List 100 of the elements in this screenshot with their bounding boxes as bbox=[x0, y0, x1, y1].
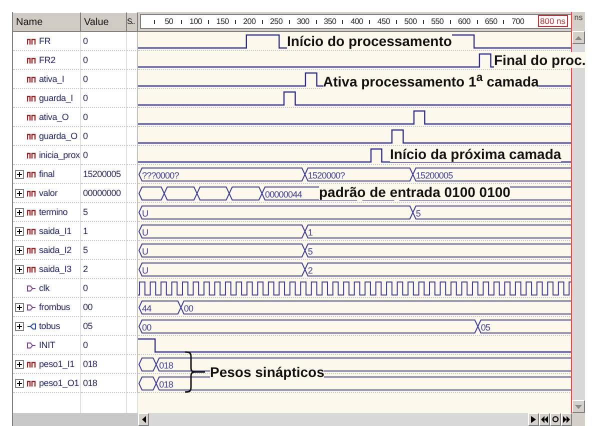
signal-name[interactable]: final bbox=[39, 169, 55, 179]
signal-value: 15200005 bbox=[83, 169, 121, 179]
time-unit: ns bbox=[572, 12, 585, 31]
signal-icon bbox=[27, 76, 36, 82]
signal-icon bbox=[27, 152, 36, 158]
ruler-label: 400 bbox=[350, 17, 364, 26]
zoom-button[interactable] bbox=[550, 413, 561, 426]
signal-name[interactable]: termino bbox=[39, 207, 68, 217]
signal-name[interactable]: ativa_I bbox=[39, 74, 64, 84]
signal-icon bbox=[27, 190, 36, 196]
signal-value: 0 bbox=[83, 112, 88, 122]
ruler-label: 100 bbox=[188, 17, 203, 26]
signal-value: 018 bbox=[83, 378, 98, 388]
signal-icon bbox=[27, 170, 36, 178]
annotation: Início do processamento bbox=[287, 33, 452, 49]
expand-icon[interactable] bbox=[15, 322, 24, 330]
ruler-label: 300 bbox=[296, 17, 310, 26]
signal-value: 05 bbox=[83, 321, 92, 331]
rewind-button[interactable] bbox=[539, 413, 550, 426]
ruler-label: 600 bbox=[456, 17, 472, 26]
expand-icon[interactable] bbox=[15, 246, 24, 254]
curly-brace-icon bbox=[184, 351, 206, 393]
play-button[interactable] bbox=[528, 413, 539, 426]
signal-name[interactable]: saida_I3 bbox=[39, 264, 72, 274]
signal-value: 00 bbox=[83, 302, 92, 312]
signal-icon bbox=[27, 360, 36, 368]
input-port-icon bbox=[27, 284, 36, 292]
signal-name[interactable]: ativa_O bbox=[39, 112, 69, 122]
ruler-label: 50 bbox=[164, 17, 174, 26]
annotation: Final do proc. bbox=[494, 52, 586, 68]
signal-value: 0 bbox=[83, 131, 88, 141]
column-header[interactable]: S.. bbox=[127, 12, 138, 31]
signal-icon bbox=[27, 246, 36, 254]
cursor-time: 800 ns bbox=[538, 15, 568, 27]
scroll-down-button[interactable] bbox=[572, 400, 585, 413]
down-arrow-icon bbox=[575, 404, 582, 408]
bus-value: U bbox=[142, 228, 148, 238]
signal-value: 1 bbox=[83, 226, 88, 236]
fast-forward-button[interactable] bbox=[561, 413, 572, 426]
signal-name[interactable]: saida_I2 bbox=[39, 245, 72, 255]
expand-icon[interactable] bbox=[15, 264, 24, 274]
signal-name[interactable]: clk bbox=[39, 283, 50, 293]
bus-value: 018 bbox=[159, 360, 173, 370]
signal-name[interactable]: FR2 bbox=[39, 55, 56, 65]
bus-value: U bbox=[142, 246, 148, 256]
bus-value: ???0000? bbox=[142, 170, 179, 180]
ruler-label: 650 bbox=[484, 17, 498, 26]
bus-value: 44 bbox=[142, 304, 152, 314]
ruler-label: 450 bbox=[376, 17, 391, 26]
bus-value: 1520000? bbox=[308, 170, 345, 180]
signal-icon bbox=[27, 380, 36, 386]
bus-value: 00000044 bbox=[264, 190, 302, 200]
ruler-label: 250 bbox=[269, 17, 284, 26]
expand-icon[interactable] bbox=[15, 226, 24, 236]
horizontal-scrollbar[interactable] bbox=[138, 413, 572, 426]
fast-forward-icon bbox=[563, 416, 570, 423]
signal-name[interactable]: inicia_prox bbox=[39, 150, 80, 160]
bus-value: U bbox=[142, 208, 148, 218]
signal-name[interactable]: peso1_O1 bbox=[39, 378, 79, 388]
signal-name[interactable]: peso1_I1 bbox=[39, 359, 74, 369]
expand-icon[interactable] bbox=[15, 188, 24, 198]
annotation: Início da próxima camada bbox=[390, 146, 562, 162]
expand-icon[interactable] bbox=[15, 360, 24, 368]
expand-icon[interactable] bbox=[15, 378, 24, 388]
signal-name[interactable]: saida_I1 bbox=[39, 226, 72, 236]
corner-box bbox=[572, 413, 585, 426]
signal-value: 5 bbox=[83, 245, 88, 255]
signal-name[interactable]: INIT bbox=[39, 340, 56, 350]
signal-icon bbox=[27, 266, 36, 272]
ruler-label: 500 bbox=[403, 17, 418, 26]
signal-icon bbox=[27, 56, 36, 64]
signal-name[interactable]: valor bbox=[39, 188, 58, 198]
signal-value: 018 bbox=[83, 359, 98, 369]
signal-value: 0 bbox=[83, 55, 88, 65]
signal-name[interactable]: frombus bbox=[39, 302, 70, 312]
up-arrow-icon bbox=[575, 36, 582, 40]
bus-value: 00 bbox=[142, 322, 152, 332]
signal-name[interactable]: tobus bbox=[39, 321, 60, 331]
bus-value: 15200005 bbox=[416, 170, 453, 180]
column-header[interactable]: Name bbox=[13, 12, 81, 31]
signal-name[interactable]: FR bbox=[39, 36, 51, 46]
bus-value: 05 bbox=[480, 322, 490, 332]
bus-value: 1 bbox=[308, 228, 313, 238]
signal-name[interactable]: guarda_O bbox=[39, 131, 78, 141]
expand-icon[interactable] bbox=[15, 170, 24, 178]
signal-icon bbox=[27, 132, 36, 140]
bus-value: 018 bbox=[159, 380, 173, 390]
signal-icon bbox=[27, 228, 36, 234]
column-header[interactable]: Value bbox=[81, 12, 127, 31]
signal-icon bbox=[27, 94, 36, 102]
scroll-left-button[interactable] bbox=[138, 413, 149, 426]
expand-icon[interactable] bbox=[15, 208, 24, 216]
signal-value: 0 bbox=[83, 36, 88, 46]
bus-value: 00 bbox=[184, 304, 194, 314]
signal-value: 0 bbox=[83, 74, 88, 84]
expand-icon[interactable] bbox=[15, 302, 24, 312]
bus-value: 2 bbox=[308, 266, 313, 276]
signal-name[interactable]: guarda_I bbox=[39, 93, 73, 103]
ruler-label: 700 bbox=[510, 17, 526, 26]
scroll-up-button[interactable] bbox=[572, 31, 585, 44]
